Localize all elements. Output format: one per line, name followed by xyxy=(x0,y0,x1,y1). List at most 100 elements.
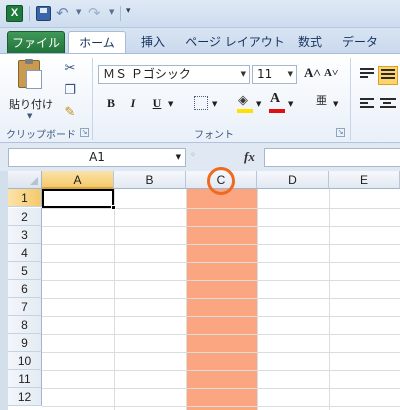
paste-label: 貼り付け xyxy=(9,98,53,111)
gridline xyxy=(257,189,258,410)
font-color-icon[interactable]: A xyxy=(270,91,280,107)
fill-color-icon[interactable]: ◈ xyxy=(238,93,248,108)
row-header-7[interactable]: 7 xyxy=(8,298,42,316)
row-header-1[interactable]: 1 xyxy=(8,189,42,207)
phonetic-dropdown-icon[interactable]: ▼ xyxy=(333,100,338,108)
save-icon[interactable] xyxy=(36,6,51,21)
tab-page-layout[interactable]: ページ レイアウト xyxy=(180,31,290,54)
column-header-e[interactable]: E xyxy=(329,171,400,189)
shrink-font-icon[interactable]: A˅ xyxy=(324,67,338,79)
undo-dropdown-icon[interactable]: ▼ xyxy=(76,8,81,16)
customize-qat-icon[interactable]: ▾ xyxy=(126,6,131,16)
gridline xyxy=(42,352,400,353)
excel-icon[interactable]: X xyxy=(6,5,23,22)
insert-function-icon[interactable]: fx xyxy=(244,149,255,165)
group-divider xyxy=(350,58,351,140)
phonetic-guide-icon[interactable]: 亜 xyxy=(316,92,327,108)
tab-insert[interactable]: 挿入 xyxy=(130,31,176,54)
gridline xyxy=(42,406,400,407)
grow-font-icon[interactable]: A˄ xyxy=(304,65,321,81)
gridline xyxy=(42,298,400,299)
copy-icon[interactable]: ❐ xyxy=(60,82,80,100)
font-color-dropdown-icon[interactable]: ▼ xyxy=(288,100,293,108)
column-header-d[interactable]: D xyxy=(257,171,329,189)
fill-color-swatch xyxy=(237,109,253,113)
ribbon-tabs: ファイル ホーム 挿入 ページ レイアウト 数式 データ xyxy=(0,28,400,55)
underline-dropdown-icon[interactable]: ▼ xyxy=(168,100,173,108)
formula-input[interactable] xyxy=(264,148,400,167)
font-group-label: フォント xyxy=(194,130,234,141)
row-header-8[interactable]: 8 xyxy=(8,316,42,334)
row-header-9[interactable]: 9 xyxy=(8,334,42,352)
row-header-10[interactable]: 10 xyxy=(8,352,42,370)
gridline xyxy=(114,189,115,410)
align-center-icon[interactable] xyxy=(378,96,398,114)
quick-access-toolbar: X ↶ ▼ ↷ ▼ ▾ xyxy=(0,0,400,28)
active-cell-a1[interactable] xyxy=(42,189,114,208)
chevron-down-icon: ▼ xyxy=(240,70,246,78)
worksheet-grid[interactable]: A B C D E 1 2 3 4 5 6 7 8 9 10 11 12 xyxy=(0,167,400,410)
font-launcher-icon[interactable]: ↘ xyxy=(336,128,345,137)
gridline xyxy=(42,388,400,389)
tab-home[interactable]: ホーム xyxy=(68,31,126,55)
divider xyxy=(29,6,30,21)
bold-button[interactable]: B xyxy=(102,94,120,112)
gridline xyxy=(42,334,400,335)
row-header-2[interactable]: 2 xyxy=(8,208,42,226)
group-divider xyxy=(92,58,93,140)
gridline xyxy=(186,189,187,410)
paste-sheet-icon xyxy=(26,70,42,89)
redo-icon[interactable]: ↷ xyxy=(88,4,101,22)
font-size-select[interactable]: 11 ▼ xyxy=(252,65,297,84)
italic-button[interactable]: I xyxy=(124,94,142,112)
redo-dropdown-icon[interactable]: ▼ xyxy=(109,8,114,16)
paste-button[interactable]: 貼り付け ▼ xyxy=(8,58,54,120)
annotation-circle xyxy=(207,167,235,195)
left-margin xyxy=(0,171,8,410)
clipboard-launcher-icon[interactable]: ↘ xyxy=(80,128,89,137)
row-header-4[interactable]: 4 xyxy=(8,244,42,262)
row-header-5[interactable]: 5 xyxy=(8,262,42,280)
align-top-icon[interactable] xyxy=(358,66,376,84)
column-header-a[interactable]: A xyxy=(42,171,114,189)
font-name-select[interactable]: ＭＳ Ｐゴシック ▼ xyxy=(98,65,250,84)
formula-bar: A1 ▼ ◦ fx xyxy=(0,143,400,171)
font-name-value: ＭＳ Ｐゴシック xyxy=(103,67,191,81)
fill-handle[interactable] xyxy=(111,205,116,210)
ribbon-home: 貼り付け ▼ ✂ ❐ ✎ クリップボード ↘ ＭＳ Ｐゴシック ▼ 11 ▼ A… xyxy=(0,53,400,143)
fill-color-dropdown-icon[interactable]: ▼ xyxy=(256,100,261,108)
gridline xyxy=(42,370,400,371)
tab-file[interactable]: ファイル xyxy=(7,31,65,54)
format-painter-icon[interactable]: ✎ xyxy=(60,104,80,122)
borders-icon[interactable] xyxy=(194,96,208,110)
column-header-b[interactable]: B xyxy=(114,171,186,189)
borders-dropdown-icon[interactable]: ▼ xyxy=(212,100,217,108)
tab-data[interactable]: データ xyxy=(340,31,380,54)
chevron-down-icon: ▼ xyxy=(287,70,293,78)
paste-dropdown-icon[interactable]: ▼ xyxy=(27,112,32,120)
gridline xyxy=(42,208,400,209)
gridline xyxy=(42,262,400,263)
gridline xyxy=(329,189,330,410)
chevron-down-icon: ▼ xyxy=(175,153,181,161)
row-header-12[interactable]: 12 xyxy=(8,388,42,406)
align-left-icon[interactable] xyxy=(358,96,376,114)
cut-icon[interactable]: ✂ xyxy=(60,60,80,78)
align-middle-icon[interactable] xyxy=(378,66,398,85)
font-color-swatch xyxy=(269,109,285,113)
gridline xyxy=(42,244,400,245)
row-header-6[interactable]: 6 xyxy=(8,280,42,298)
gridline xyxy=(42,280,400,281)
formula-bar-resize-icon[interactable]: ◦ xyxy=(190,150,202,164)
row-header-3[interactable]: 3 xyxy=(8,226,42,244)
tab-formulas[interactable]: 数式 xyxy=(290,31,330,54)
name-box[interactable]: A1 ▼ xyxy=(8,148,186,167)
gridline xyxy=(42,316,400,317)
row-header-11[interactable]: 11 xyxy=(8,370,42,388)
undo-icon[interactable]: ↶ xyxy=(56,4,69,22)
clipboard-group-label: クリップボード xyxy=(6,130,76,141)
gridline xyxy=(42,226,400,227)
select-all-button[interactable] xyxy=(8,171,42,189)
font-size-value: 11 xyxy=(257,67,273,81)
underline-button[interactable]: U xyxy=(148,94,166,112)
